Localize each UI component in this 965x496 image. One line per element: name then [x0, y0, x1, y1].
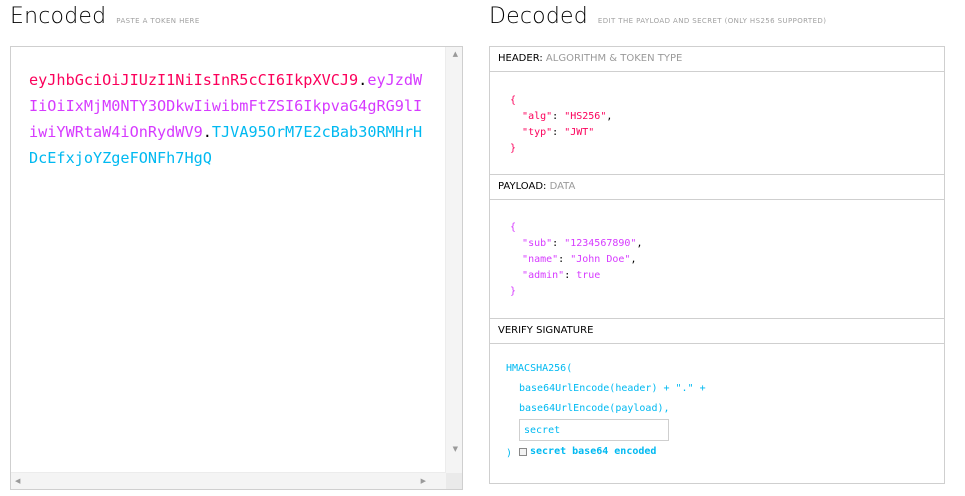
admin-key: "admin" [522, 270, 565, 281]
decoded-hint: EDIT THE PAYLOAD AND SECRET (ONLY HS256 … [597, 17, 827, 25]
encoded-heading: Encoded PASTE A TOKEN HERE [10, 4, 200, 29]
typ-key: "typ" [522, 127, 553, 138]
encoded-token-text[interactable]: eyJhbGciOiJIUzI1NiIsInR5cCI6IkpXVCJ9.eyJ… [29, 67, 429, 171]
token-dot: . [202, 123, 212, 141]
json-brace: } [510, 143, 517, 154]
decoded-heading: Decoded EDIT THE PAYLOAD AND SECRET (ONL… [489, 4, 826, 29]
alg-value[interactable]: "HS256" [564, 111, 606, 122]
signature-fn: HMACSHA256( [506, 363, 573, 374]
decoded-panel: HEADER: ALGORITHM & TOKEN TYPE { "alg": … [489, 46, 945, 484]
encoded-hint: PASTE A TOKEN HERE [116, 17, 200, 25]
header-section-title: HEADER: ALGORITHM & TOKEN TYPE [490, 47, 944, 72]
signature-section-title: VERIFY SIGNATURE [490, 319, 944, 344]
header-label: HEADER: [498, 53, 543, 64]
scroll-up-arrow-icon[interactable]: ▲ [453, 51, 458, 58]
name-key: "name" [522, 254, 559, 265]
base64-checkbox-label[interactable]: secret base64 encoded [530, 446, 656, 457]
payload-json-editor[interactable]: { "sub": "1234567890", "name": "John Doe… [510, 220, 642, 300]
json-brace: { [510, 222, 517, 233]
scroll-down-arrow-icon[interactable]: ▼ [453, 446, 458, 453]
secret-input[interactable] [519, 419, 669, 441]
alg-key: "alg" [522, 111, 553, 122]
horizontal-scrollbar[interactable]: ◀ ▶ [11, 472, 446, 489]
base64-checkbox[interactable] [519, 448, 527, 456]
header-json-editor[interactable]: { "alg": "HS256", "typ": "JWT" } [510, 93, 612, 157]
token-dot: . [358, 71, 368, 89]
json-brace: { [510, 95, 517, 106]
payload-section-title: PAYLOAD: DATA [490, 175, 944, 200]
encoded-token-textarea[interactable]: eyJhbGciOiJIUzI1NiIsInR5cCI6IkpXVCJ9.eyJ… [10, 46, 463, 490]
scrollbar-corner [446, 473, 462, 489]
scroll-right-arrow-icon[interactable]: ▶ [421, 478, 426, 485]
json-brace: } [510, 286, 517, 297]
vertical-scrollbar[interactable]: ▲ ▼ [445, 47, 462, 473]
payload-label: PAYLOAD: [498, 181, 547, 192]
typ-value[interactable]: "JWT" [564, 127, 594, 138]
signature-line-header: base64UrlEncode(header) + "." + [519, 383, 706, 394]
name-value[interactable]: "John Doe" [570, 254, 630, 265]
payload-sublabel: DATA [549, 181, 576, 192]
admin-value[interactable]: true [576, 270, 600, 281]
signature-label: VERIFY SIGNATURE [498, 325, 594, 336]
signature-line-payload: base64UrlEncode(payload), [519, 403, 670, 414]
token-header-part: eyJhbGciOiJIUzI1NiIsInR5cCI6IkpXVCJ9 [29, 71, 359, 89]
scroll-left-arrow-icon[interactable]: ◀ [15, 478, 20, 485]
sub-key: "sub" [522, 238, 553, 249]
sub-value[interactable]: "1234567890" [564, 238, 636, 249]
header-sublabel: ALGORITHM & TOKEN TYPE [545, 53, 683, 64]
decoded-title: Decoded [489, 4, 588, 29]
encoded-title: Encoded [10, 4, 107, 29]
signature-close-paren: ) [506, 448, 513, 459]
